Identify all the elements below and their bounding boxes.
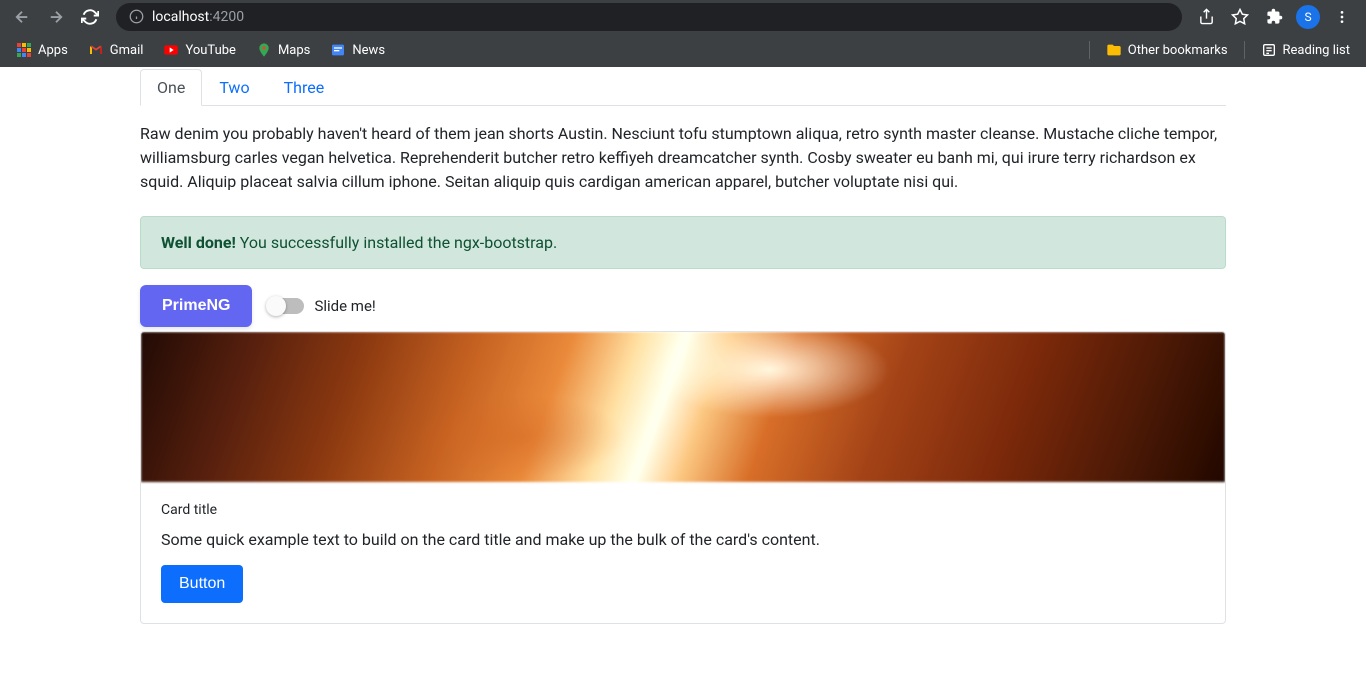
card-button[interactable]: Button xyxy=(161,565,243,603)
primeng-button[interactable]: PrimeNG xyxy=(140,285,252,327)
share-icon[interactable] xyxy=(1194,5,1218,29)
tab-two[interactable]: Two xyxy=(202,69,266,106)
bookmark-label: News xyxy=(352,43,385,58)
youtube-icon xyxy=(163,42,179,58)
toggle-thumb xyxy=(266,296,286,316)
address-bar[interactable]: localhost:4200 xyxy=(116,3,1182,31)
reading-list-icon xyxy=(1261,42,1277,58)
toggle-label: Slide me! xyxy=(314,297,375,315)
alert-success: Well done! You successfully installed th… xyxy=(140,216,1226,269)
bookmark-label: Reading list xyxy=(1283,43,1350,58)
alert-strong: Well done! xyxy=(161,233,236,252)
bookmark-gmail[interactable]: Gmail xyxy=(80,38,152,62)
card: Card title Some quick example text to bu… xyxy=(140,331,1226,624)
alert-text: You successfully installed the ngx-boots… xyxy=(236,233,557,252)
bookmark-label: YouTube xyxy=(185,43,236,58)
maps-icon xyxy=(256,42,272,58)
card-image xyxy=(141,332,1225,482)
controls-row: PrimeNG Slide me! xyxy=(140,285,1226,327)
apps-icon xyxy=(16,42,32,58)
bookmark-maps[interactable]: Maps xyxy=(248,38,318,62)
divider xyxy=(1244,41,1245,59)
tab-three[interactable]: Three xyxy=(267,69,342,106)
menu-icon[interactable] xyxy=(1330,5,1354,29)
forward-button[interactable] xyxy=(42,3,70,31)
divider xyxy=(1089,41,1090,59)
bookmark-label: Gmail xyxy=(110,43,144,58)
bookmark-news[interactable]: News xyxy=(322,38,393,62)
back-button[interactable] xyxy=(8,3,36,31)
gmail-icon xyxy=(88,42,104,58)
bookmarks-bar: Apps Gmail YouTube Maps News xyxy=(0,33,1366,67)
bookmark-apps[interactable]: Apps xyxy=(8,38,76,62)
card-text: Some quick example text to build on the … xyxy=(161,530,1205,549)
bookmark-star-icon[interactable] xyxy=(1228,5,1252,29)
slide-toggle[interactable] xyxy=(268,298,304,314)
reload-button[interactable] xyxy=(76,3,104,31)
browser-chrome: localhost:4200 S Apps xyxy=(0,0,1366,67)
tab-content: Raw denim you probably haven't heard of … xyxy=(140,106,1226,210)
url-text: localhost:4200 xyxy=(152,9,244,25)
card-body: Card title Some quick example text to bu… xyxy=(141,482,1225,623)
news-icon xyxy=(330,42,346,58)
folder-icon xyxy=(1106,42,1122,58)
tab-one[interactable]: One xyxy=(140,69,202,106)
card-title: Card title xyxy=(161,502,1205,518)
nav-tabs: One Two Three xyxy=(140,69,1226,106)
bookmark-label: Other bookmarks xyxy=(1128,43,1228,58)
browser-toolbar: localhost:4200 S xyxy=(0,0,1366,33)
other-bookmarks[interactable]: Other bookmarks xyxy=(1098,38,1236,62)
reading-list[interactable]: Reading list xyxy=(1253,38,1358,62)
site-info-icon[interactable] xyxy=(128,9,144,25)
profile-avatar[interactable]: S xyxy=(1296,5,1320,29)
extensions-icon[interactable] xyxy=(1262,5,1286,29)
bookmark-youtube[interactable]: YouTube xyxy=(155,38,244,62)
bookmark-label: Maps xyxy=(278,43,310,58)
page-content: One Two Three Raw denim you probably hav… xyxy=(128,69,1238,624)
bookmark-label: Apps xyxy=(38,43,68,58)
